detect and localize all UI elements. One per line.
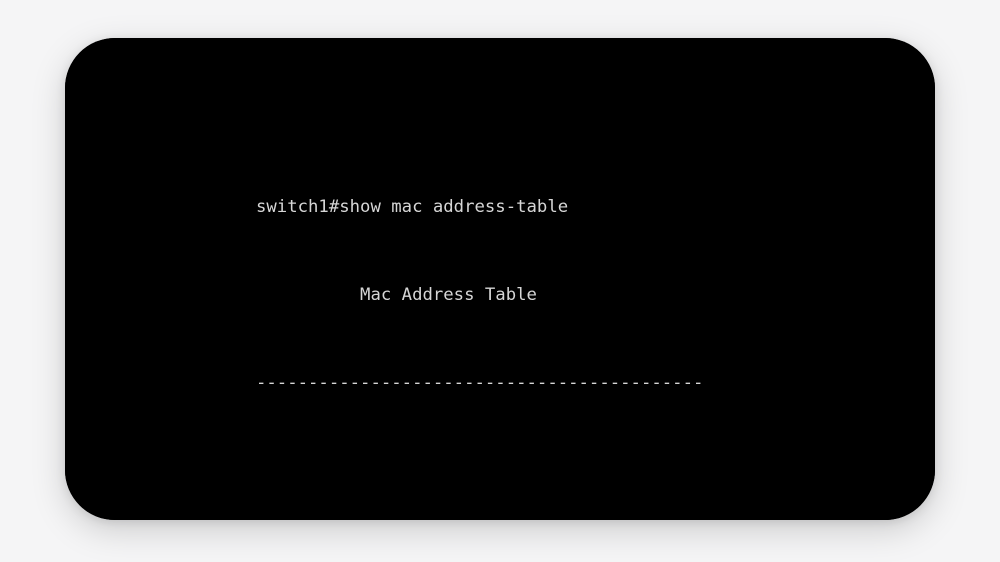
terminal-clipped-line	[65, 108, 935, 130]
terminal-screen[interactable]: switch1#show mac address-table Mac Addre…	[65, 38, 935, 520]
terminal-title-line: Mac Address Table	[256, 285, 537, 305]
terminal-window[interactable]: switch1#show mac address-table Mac Addre…	[65, 38, 935, 520]
terminal-separator-line: ----------------------------------------…	[256, 373, 704, 393]
terminal-prompt-line: switch1#show mac address-table	[256, 197, 569, 217]
terminal-output: switch1#show mac address-table Mac Addre…	[65, 38, 935, 520]
page-root: switch1#show mac address-table Mac Addre…	[0, 0, 1000, 562]
